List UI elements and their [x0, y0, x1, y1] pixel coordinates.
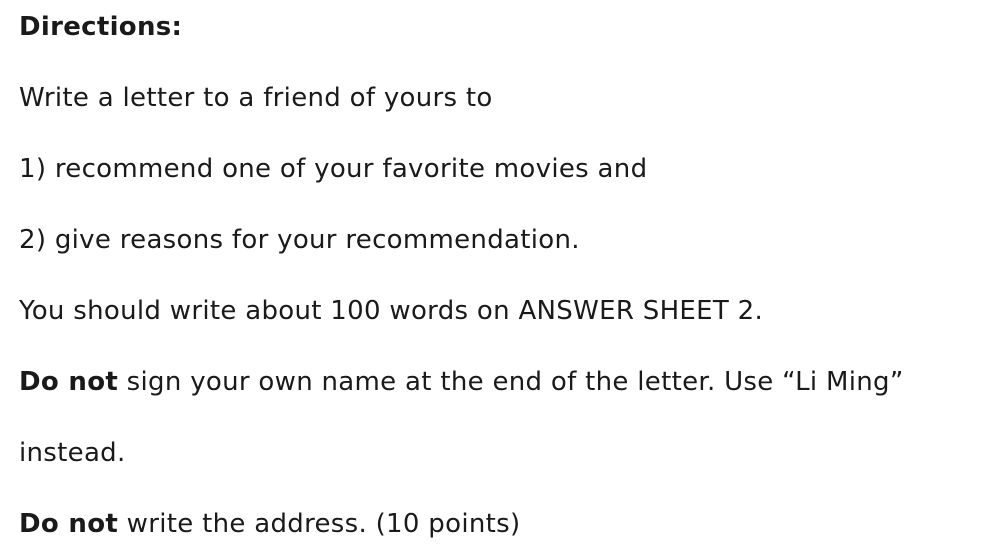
signature-instruction: Do not sign your own name at the end of … — [19, 365, 904, 399]
word-count-instruction: You should write about 100 words on ANSW… — [19, 296, 764, 326]
emphasis-do-not: Do not — [19, 509, 119, 539]
signature-instruction-continued: instead. — [19, 438, 126, 468]
instruction-item-2: 2) give reasons for your recommendation. — [19, 225, 580, 255]
directions-document: Directions: Write a letter to a friend o… — [19, 0, 989, 560]
signature-instruction-text: sign your own name at the end of the let… — [118, 367, 904, 397]
address-instruction: Do not write the address. (10 points) — [19, 507, 520, 541]
instruction-item-1: 1) recommend one of your favorite movies… — [19, 154, 648, 184]
emphasis-do-not: Do not — [19, 367, 119, 397]
instruction-line: Write a letter to a friend of yours to — [19, 83, 493, 113]
address-instruction-text: write the address. (10 points) — [118, 509, 521, 539]
directions-heading: Directions: — [19, 12, 183, 42]
